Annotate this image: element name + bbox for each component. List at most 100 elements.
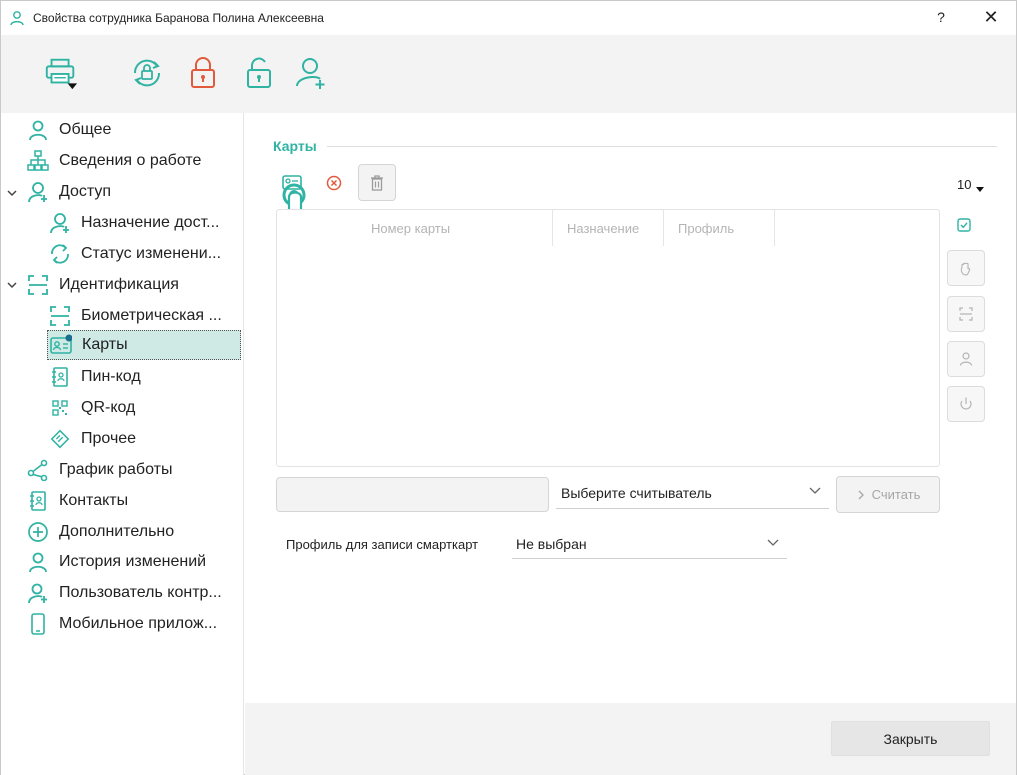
scan-frame-icon bbox=[959, 307, 973, 321]
lock-button[interactable] bbox=[185, 55, 221, 91]
chevron-down-icon[interactable] bbox=[5, 278, 19, 292]
user-icon bbox=[27, 119, 49, 141]
sidebar-item-label: История изменений bbox=[59, 553, 207, 570]
sidebar-item-label: QR-код bbox=[81, 399, 136, 416]
caret-down-icon bbox=[976, 187, 985, 192]
sidebar-item-schedule[interactable]: График работы bbox=[27, 456, 172, 484]
scan-button[interactable] bbox=[947, 296, 985, 332]
print-button[interactable] bbox=[43, 55, 79, 91]
sidebar-item-pin[interactable]: Пин-код bbox=[49, 363, 141, 391]
unlock-icon bbox=[247, 57, 271, 88]
read-button-label: Считать bbox=[871, 487, 921, 502]
column-header-purpose[interactable]: Назначение bbox=[553, 210, 664, 246]
cards-panel: Карты 10 Номер карты Назначение Профиль … bbox=[245, 113, 1016, 703]
sidebar-item-label: Общее bbox=[59, 121, 112, 138]
cards-table: Номер карты Назначение Профиль bbox=[276, 209, 940, 467]
sidebar: Общее Сведения о работе Доступ Назначени… bbox=[1, 113, 244, 775]
add-user-button[interactable] bbox=[293, 55, 329, 91]
toolbar bbox=[1, 35, 1016, 113]
sync-lock-button[interactable] bbox=[129, 55, 165, 91]
chevron-right-icon bbox=[858, 490, 864, 499]
sidebar-item-label: Пин-код bbox=[81, 368, 141, 385]
sidebar-item-change-status[interactable]: Статус изменени... bbox=[49, 240, 221, 268]
plus-circle-icon bbox=[27, 521, 49, 543]
checkbox-icon bbox=[957, 218, 971, 232]
user-key-icon bbox=[49, 212, 71, 234]
title-bar: Свойства сотрудника Баранова Полина Алек… bbox=[1, 1, 1016, 35]
close-circle-icon bbox=[326, 175, 342, 191]
section-title: Карты bbox=[273, 138, 317, 154]
sidebar-item-label: График работы bbox=[59, 461, 173, 478]
user-icon bbox=[27, 551, 49, 573]
user-icon bbox=[959, 352, 973, 366]
sidebar-item-label: Контакты bbox=[59, 492, 129, 509]
sidebar-item-label: Идентификация bbox=[59, 276, 179, 293]
employee-properties-window: Свойства сотрудника Баранова Полина Алек… bbox=[0, 0, 1017, 775]
sidebar-item-mobile-app[interactable]: Мобильное прилож... bbox=[27, 610, 217, 638]
profile-label: Профиль для записи смарткарт bbox=[286, 537, 479, 552]
sidebar-item-other[interactable]: Прочее bbox=[49, 425, 136, 453]
delete-button[interactable] bbox=[358, 164, 396, 201]
sidebar-item-controller-user[interactable]: Пользователь контр... bbox=[27, 579, 222, 607]
page-size-value: 10 bbox=[957, 177, 972, 192]
trash-icon bbox=[371, 174, 383, 191]
select-all-checkbox[interactable] bbox=[956, 217, 972, 233]
column-header-card-number[interactable]: Номер карты bbox=[357, 210, 553, 246]
sync-lock-icon bbox=[133, 59, 161, 87]
print-icon bbox=[45, 58, 78, 90]
close-button-label: Закрыть bbox=[883, 730, 938, 747]
sidebar-item-label: Пользователь контр... bbox=[59, 584, 222, 601]
touch-icon bbox=[960, 397, 972, 410]
sidebar-item-label: Назначение дост... bbox=[81, 214, 220, 231]
sidebar-item-label: Карты bbox=[82, 336, 128, 353]
sidebar-item-access[interactable]: Доступ bbox=[27, 178, 111, 206]
phone-icon bbox=[27, 613, 49, 635]
sidebar-item-qr[interactable]: QR-код bbox=[49, 394, 135, 422]
page-size-select[interactable]: 10 bbox=[957, 177, 985, 193]
sidebar-item-label: Биометрическая ... bbox=[81, 307, 222, 324]
footer: Закрыть bbox=[245, 703, 1016, 775]
sidebar-item-biometric[interactable]: Биометрическая ... bbox=[49, 302, 222, 330]
card-number-input[interactable] bbox=[276, 477, 549, 512]
sidebar-item-general[interactable]: Общее bbox=[27, 116, 111, 144]
org-chart-icon bbox=[27, 150, 49, 172]
sidebar-item-contacts[interactable]: Контакты bbox=[27, 487, 128, 515]
user-plus-icon bbox=[27, 582, 49, 604]
qr-icon bbox=[49, 397, 71, 419]
scan-frame-icon bbox=[27, 274, 49, 296]
scan-frame-icon bbox=[49, 305, 71, 327]
close-window-button[interactable]: ✕ bbox=[981, 7, 1001, 28]
palm-button[interactable] bbox=[947, 250, 985, 286]
sidebar-item-work-info[interactable]: Сведения о работе bbox=[27, 147, 201, 175]
touch-button[interactable] bbox=[947, 386, 985, 422]
chevron-down-icon bbox=[767, 539, 779, 546]
sidebar-item-identification[interactable]: Идентификация bbox=[27, 271, 179, 299]
cancel-card-button[interactable] bbox=[325, 174, 343, 192]
tag-icon bbox=[49, 428, 71, 450]
user-button[interactable] bbox=[947, 341, 985, 377]
column-header-profile[interactable]: Профиль bbox=[664, 210, 775, 246]
read-button[interactable]: Считать bbox=[836, 476, 940, 513]
refresh-icon bbox=[49, 243, 71, 265]
sidebar-item-label: Мобильное прилож... bbox=[59, 615, 218, 632]
id-card-icon bbox=[50, 334, 72, 356]
sidebar-item-history[interactable]: История изменений bbox=[27, 548, 206, 576]
profile-select[interactable]: Не выбран bbox=[512, 529, 787, 559]
profile-select-value: Не выбран bbox=[516, 535, 587, 552]
close-button[interactable]: Закрыть bbox=[831, 721, 990, 756]
sidebar-item-cards[interactable]: Карты bbox=[47, 330, 241, 360]
reader-select-value: Выберите считыватель bbox=[561, 484, 712, 501]
sidebar-item-additional[interactable]: Дополнительно bbox=[27, 518, 174, 546]
chevron-down-icon[interactable] bbox=[5, 186, 19, 200]
add-user-icon bbox=[296, 58, 325, 89]
share-icon bbox=[27, 459, 49, 481]
sidebar-item-label: Статус изменени... bbox=[81, 245, 222, 262]
user-icon bbox=[10, 11, 24, 26]
sidebar-item-access-assignment[interactable]: Назначение дост... bbox=[49, 209, 219, 237]
sidebar-item-label: Доступ bbox=[59, 183, 112, 200]
help-button[interactable]: ? bbox=[933, 9, 949, 25]
reader-select[interactable]: Выберите считыватель bbox=[556, 477, 829, 509]
user-key-icon bbox=[27, 181, 49, 203]
unlock-button[interactable] bbox=[241, 55, 277, 91]
contacts-icon bbox=[27, 490, 49, 512]
